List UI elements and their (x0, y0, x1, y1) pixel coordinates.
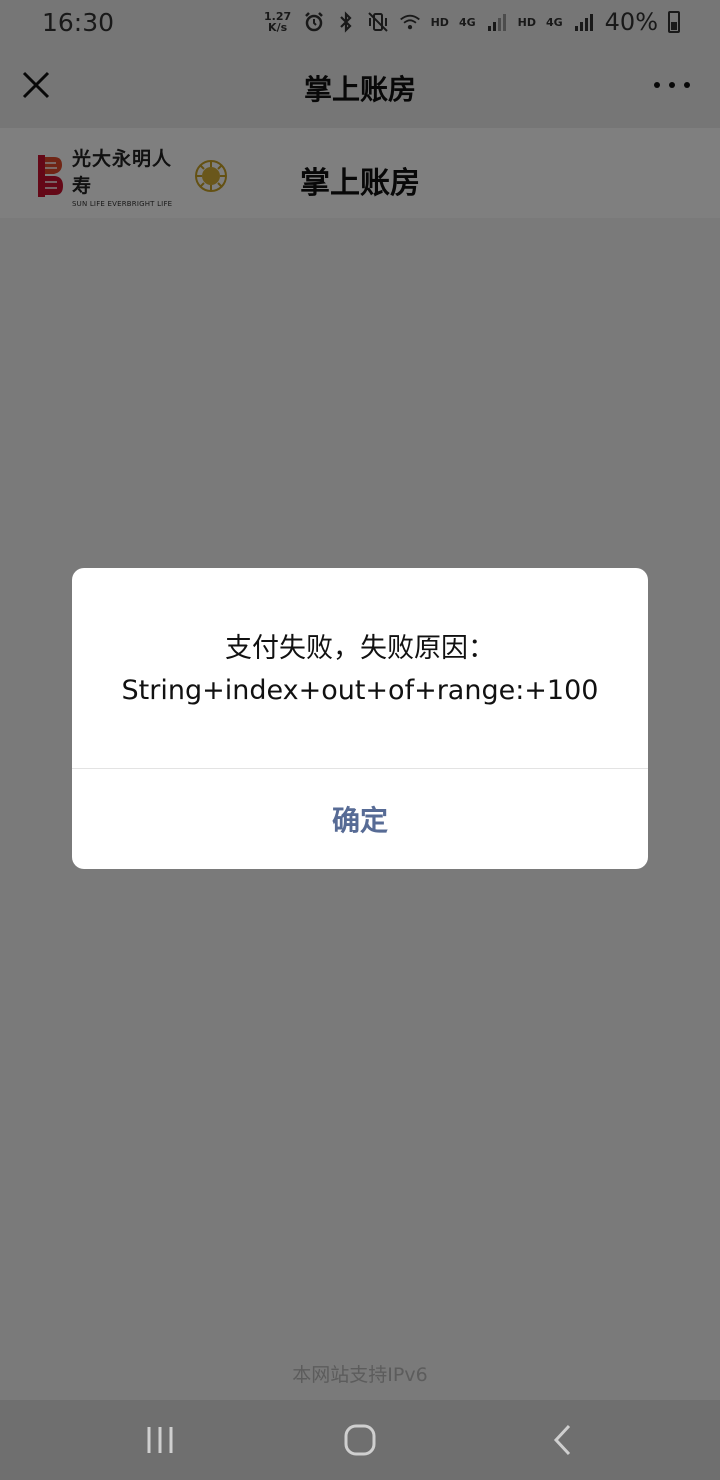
back-button[interactable] (545, 1420, 579, 1460)
confirm-button[interactable]: 确定 (72, 769, 648, 869)
alert-dialog: 支付失败，失败原因： String+index+out+of+range:+10… (72, 568, 648, 869)
dialog-message-line-1: 支付失败，失败原因： (225, 633, 495, 664)
dialog-message: 支付失败，失败原因： String+index+out+of+range:+10… (72, 568, 648, 768)
recent-apps-icon (147, 1427, 173, 1453)
home-icon (344, 1424, 376, 1456)
back-icon (553, 1424, 571, 1456)
dialog-message-line-2: String+index+out+of+range:+100 (121, 675, 599, 706)
home-button[interactable] (340, 1420, 380, 1460)
system-nav-bar (0, 1400, 720, 1480)
recent-apps-button[interactable] (140, 1420, 180, 1460)
